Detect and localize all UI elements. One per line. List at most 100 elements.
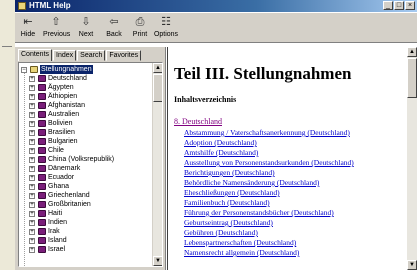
hide-label: Hide (20, 31, 36, 38)
expand-icon[interactable]: + (29, 238, 35, 244)
topic-links: Abstammung / Vaterschaftsanerkennung (De… (184, 128, 404, 258)
tree-item-label: China (Volksrepublik) (48, 156, 115, 163)
topic-link[interactable]: Führung der Personenstandsbücher (Deutsc… (184, 208, 404, 218)
print-button[interactable]: ⎙ Print (127, 15, 153, 41)
collapse-icon[interactable]: − (21, 67, 27, 73)
tree-scrollbar[interactable]: ▲ ▼ (152, 63, 162, 266)
tree-item[interactable]: + Brasilien (21, 128, 146, 137)
help-app-icon (18, 2, 26, 10)
expand-icon[interactable]: + (29, 157, 35, 163)
scroll-down-icon[interactable]: ▼ (407, 260, 417, 270)
topic-link[interactable]: Eheschließungen (Deutschland) (184, 188, 404, 198)
topic-link[interactable]: Behördliche Namensänderung (Deutschland) (184, 178, 404, 188)
book-icon (38, 228, 46, 235)
book-icon (38, 192, 46, 199)
tree-item[interactable]: + Ägypten (21, 83, 146, 92)
tree-item[interactable]: + Haiti (21, 209, 146, 218)
page-title: Teil III. Stellungnahmen (174, 64, 352, 83)
expand-icon[interactable]: + (29, 193, 35, 199)
back-button[interactable]: ⇦ Back (101, 15, 127, 41)
book-icon (38, 120, 46, 127)
expand-icon[interactable]: + (29, 139, 35, 145)
book-icon (38, 210, 46, 217)
tree-item[interactable]: + Australien (21, 110, 146, 119)
tab-contents[interactable]: Contents (18, 49, 53, 61)
maximize-button[interactable]: □ (394, 1, 404, 10)
tree-list: − Stellungnahmen + Deutschland + Ägypten + Äthi… (21, 65, 146, 254)
expand-icon[interactable]: + (29, 220, 35, 226)
scroll-up-icon[interactable]: ▲ (153, 63, 162, 73)
tree-item-label: Griechenland (48, 192, 90, 199)
topic-link[interactable]: Namensrecht allgemein (Deutschland) (184, 248, 404, 258)
minimize-button[interactable]: _ (383, 1, 393, 10)
topic-link[interactable]: Lebenspartnerschaften (Deutschland) (184, 238, 404, 248)
tree-item[interactable]: + Bulgarien (21, 137, 146, 146)
expand-icon[interactable]: + (29, 184, 35, 190)
scroll-thumb[interactable] (407, 58, 417, 98)
tree-item[interactable]: + Island (21, 236, 146, 245)
section-link[interactable]: 8. Deutschland (174, 117, 222, 127)
tree-item[interactable]: + Chile (21, 146, 146, 155)
expand-icon[interactable]: + (29, 94, 35, 100)
topic-link[interactable]: Geburtseintrag (Deutschland) (184, 218, 404, 228)
topic-link[interactable]: Familienbuch (Deutschland) (184, 198, 404, 208)
expand-icon[interactable]: + (29, 247, 35, 253)
tree-item[interactable]: + Ecuador (21, 173, 146, 182)
expand-icon[interactable]: + (29, 130, 35, 136)
book-icon (38, 75, 46, 82)
tree-item[interactable]: + Afghanistan (21, 101, 146, 110)
tree-item-label: Dänemark (48, 165, 81, 172)
expand-icon[interactable]: + (29, 121, 35, 127)
topic-link[interactable]: Amtshilfe (Deutschland) (184, 148, 404, 158)
back-label: Back (106, 31, 122, 38)
hide-button[interactable]: ⇤ Hide (15, 15, 41, 41)
tab-index[interactable]: Index (53, 50, 77, 61)
expand-icon[interactable]: + (29, 202, 35, 208)
tree-item[interactable]: + China (Volksrepublik) (21, 155, 146, 164)
previous-label: Previous (43, 31, 71, 38)
expand-icon[interactable]: + (29, 148, 35, 154)
expand-icon[interactable]: + (29, 112, 35, 118)
book-icon (38, 174, 46, 181)
tab-favorites[interactable]: Favorites (106, 50, 142, 61)
topic-link[interactable]: Berichtigungen (Deutschland) (184, 168, 404, 178)
expand-icon[interactable]: + (29, 103, 35, 109)
tree-item[interactable]: + Dänemark (21, 164, 146, 173)
book-icon (38, 111, 46, 118)
tree-item-label: Ecuador (48, 174, 75, 181)
tree-item[interactable]: + Israel (21, 245, 146, 254)
expand-icon[interactable]: + (29, 211, 35, 217)
desktop-strip (0, 0, 15, 270)
tab-search[interactable]: Search (77, 50, 106, 61)
tree-item[interactable]: + Deutschland (21, 74, 146, 83)
tree-item-label: Israel (48, 246, 66, 253)
tree-item[interactable]: + Ghana (21, 182, 146, 191)
tree-item[interactable]: + Irak (21, 227, 146, 236)
book-icon (38, 165, 46, 172)
expand-icon[interactable]: + (29, 229, 35, 235)
previous-button[interactable]: ⇧ Previous (43, 15, 71, 41)
expand-icon[interactable]: + (29, 85, 35, 91)
tree-item[interactable]: + Bolivien (21, 119, 146, 128)
options-button[interactable]: ☷ Options (153, 15, 179, 41)
topic-link[interactable]: Adoption (Deutschland) (184, 138, 404, 148)
tree-item[interactable]: + Äthiopien (21, 92, 146, 101)
topic-link[interactable]: Ausstellung von Personenstandsurkunden (… (184, 158, 404, 168)
contents-tree[interactable]: − Stellungnahmen + Deutschland + Ägypten + Äthi… (18, 62, 163, 267)
scroll-up-icon[interactable]: ▲ (407, 47, 417, 57)
expand-icon[interactable]: + (29, 166, 35, 172)
scroll-down-icon[interactable]: ▼ (153, 256, 162, 266)
next-button[interactable]: ⇩ Next (73, 15, 99, 41)
topic-scrollbar[interactable]: ▲ ▼ (407, 47, 417, 270)
tree-item[interactable]: + Indien (21, 218, 146, 227)
tree-item[interactable]: + Griechenland (21, 191, 146, 200)
close-button[interactable]: × (405, 1, 415, 10)
tree-root-item[interactable]: − Stellungnahmen (21, 65, 146, 74)
scroll-thumb[interactable] (153, 74, 162, 102)
topic-link[interactable]: Gebühren (Deutschland) (184, 228, 404, 238)
expand-icon[interactable]: + (29, 175, 35, 181)
tree-item[interactable]: + Großbritanien (21, 200, 146, 209)
topic-link[interactable]: Abstammung / Vaterschaftsanerkennung (De… (184, 128, 404, 138)
title-bar[interactable]: HTML Help _ □ × (15, 0, 417, 12)
expand-icon[interactable]: + (29, 76, 35, 82)
